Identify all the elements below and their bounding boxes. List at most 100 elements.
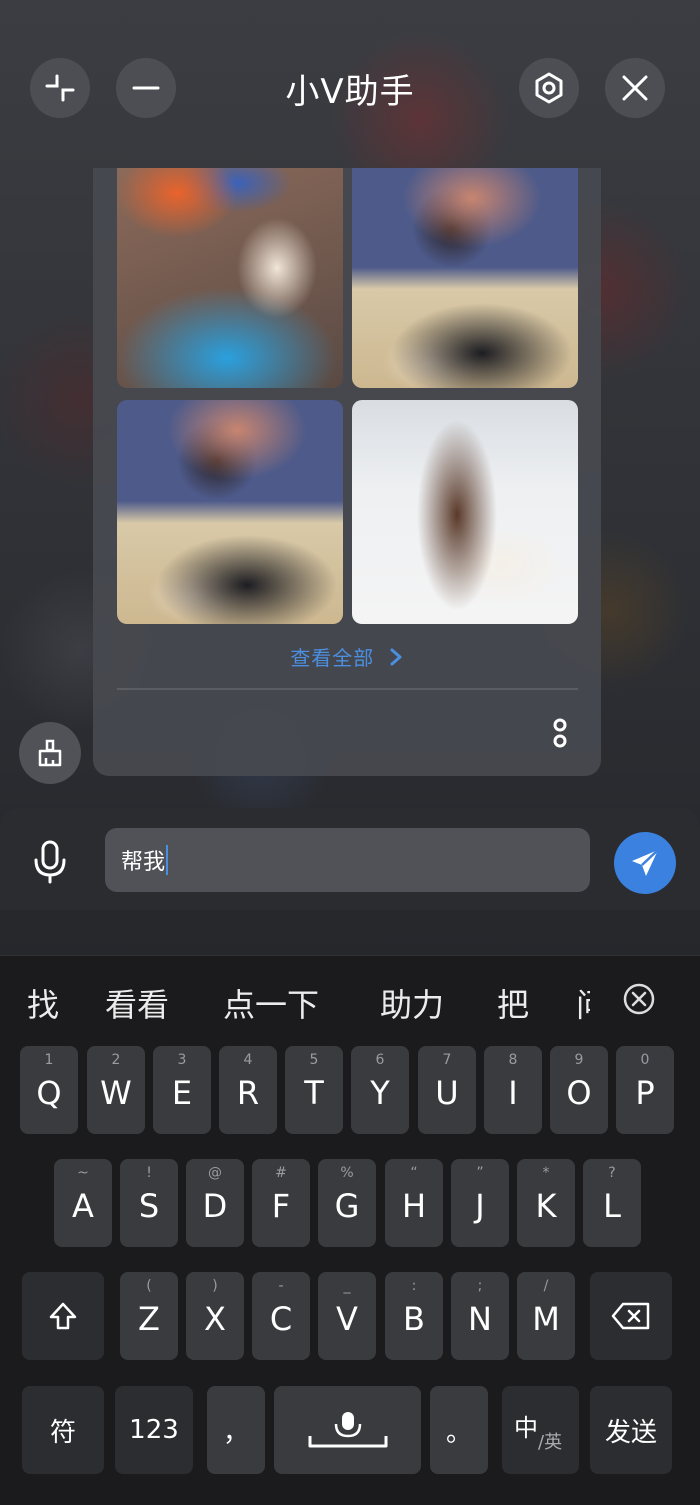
key-label: E	[171, 1074, 193, 1112]
key-sub-label: “	[410, 1165, 418, 1181]
close-circle-icon	[623, 983, 655, 1015]
key-sub-label: 7	[442, 1052, 452, 1068]
key-g[interactable]: % G	[318, 1159, 376, 1247]
key-sub-label: -	[278, 1278, 284, 1294]
key-sub-label: *	[542, 1165, 550, 1181]
key-e[interactable]: 3E	[153, 1046, 211, 1134]
backspace-icon	[611, 1302, 650, 1330]
numbers-key[interactable]: 123	[115, 1386, 193, 1474]
key-sub-label: )	[212, 1278, 218, 1294]
space-mic-icon	[308, 1412, 387, 1448]
key-i[interactable]: 8I	[484, 1046, 542, 1134]
key-sub-label: _	[343, 1278, 351, 1294]
chevron-right-icon	[390, 648, 402, 666]
key-j[interactable]: ” J	[451, 1159, 509, 1247]
image-grid	[117, 168, 578, 624]
key-s[interactable]: ! S	[120, 1159, 178, 1247]
message-input[interactable]: 帮我	[105, 828, 590, 892]
close-icon	[622, 75, 648, 101]
key-sub-label: ”	[476, 1165, 484, 1181]
image-thumbnail[interactable]	[117, 168, 343, 388]
candidate-item[interactable]: 看看	[105, 980, 169, 1026]
view-all-label: 查看全部	[290, 646, 375, 670]
voice-input-button[interactable]	[26, 838, 74, 886]
key-u[interactable]: 7U	[418, 1046, 476, 1134]
key-sub-label: #	[275, 1165, 287, 1181]
image-thumbnail[interactable]	[352, 168, 578, 388]
lang-sub-label: /英	[538, 1432, 563, 1453]
candidate-bar: 找 看看 点一下 助力 把 问	[0, 956, 700, 1042]
more-button[interactable]	[545, 716, 575, 750]
candidate-item[interactable]: 助力	[380, 980, 444, 1026]
key-sub-label: %	[340, 1165, 354, 1181]
key-label: Z	[138, 1300, 160, 1338]
key-label: H	[401, 1187, 427, 1225]
key-label: D	[202, 1187, 228, 1225]
period-key[interactable]: 。	[430, 1386, 488, 1474]
key-label: F	[271, 1187, 291, 1225]
key-label: J	[475, 1187, 485, 1225]
key-label: G	[334, 1187, 360, 1225]
key-w[interactable]: 2W	[87, 1046, 145, 1134]
settings-button[interactable]	[519, 58, 579, 118]
view-all-link[interactable]: 查看全部	[93, 642, 601, 671]
clear-history-button[interactable]	[19, 722, 81, 784]
backspace-key[interactable]	[590, 1272, 672, 1360]
key-z[interactable]: (Z	[120, 1272, 178, 1360]
key-sub-label: 6	[375, 1052, 385, 1068]
candidate-close-button[interactable]	[620, 980, 658, 1018]
comma-key[interactable]: ，	[207, 1386, 265, 1474]
key-sub-label: ~	[77, 1165, 89, 1181]
key-label: L	[603, 1187, 621, 1225]
key-sub-label: @	[208, 1165, 222, 1181]
key-q[interactable]: 1Q	[20, 1046, 78, 1134]
key-sub-label: /	[543, 1278, 549, 1294]
key-o[interactable]: 9O	[550, 1046, 608, 1134]
key-d[interactable]: @ D	[186, 1159, 244, 1247]
key-m[interactable]: / M	[517, 1272, 575, 1360]
candidate-item[interactable]: 找	[27, 980, 59, 1026]
key-y[interactable]: 6Y	[351, 1046, 409, 1134]
key-label: S	[138, 1187, 160, 1225]
key-label: X	[204, 1300, 226, 1338]
key-c[interactable]: -C	[252, 1272, 310, 1360]
image-thumbnail[interactable]	[352, 400, 578, 624]
key-k[interactable]: * K	[517, 1159, 575, 1247]
shift-key[interactable]	[22, 1272, 104, 1360]
key-p[interactable]: 0P	[616, 1046, 674, 1134]
symbols-key[interactable]: 符	[22, 1386, 104, 1474]
image-thumbnail[interactable]	[117, 400, 343, 624]
key-h[interactable]: “H	[385, 1159, 443, 1247]
candidate-item[interactable]: 把	[497, 980, 529, 1026]
message-input-text: 帮我	[121, 850, 166, 875]
language-switch-key[interactable]: 中 /英	[502, 1386, 579, 1474]
key-a[interactable]: ~ A	[54, 1159, 112, 1247]
key-label: W	[100, 1074, 132, 1112]
key-sub-label: ;	[477, 1278, 483, 1294]
send-button[interactable]	[614, 832, 676, 894]
key-label: U	[435, 1074, 459, 1112]
key-sub-label: 1	[44, 1052, 54, 1068]
divider	[117, 688, 578, 690]
keyboard: 找 看看 点一下 助力 把 问 1Q 2W 3E 4R 5T 6Y 7U 8I …	[0, 955, 700, 1505]
key-b[interactable]: :B	[385, 1272, 443, 1360]
more-vertical-icon	[553, 718, 567, 748]
key-r[interactable]: 4R	[219, 1046, 277, 1134]
key-l[interactable]: ? L	[583, 1159, 641, 1247]
space-key[interactable]	[274, 1386, 421, 1474]
candidate-item[interactable]: 问	[576, 980, 590, 1026]
key-label: V	[336, 1300, 358, 1338]
key-n[interactable]: ; N	[451, 1272, 509, 1360]
input-bar: 帮我	[0, 808, 700, 910]
key-x[interactable]: ) X	[186, 1272, 244, 1360]
key-f[interactable]: # F	[252, 1159, 310, 1247]
candidate-item[interactable]: 点一下	[223, 980, 319, 1026]
key-v[interactable]: _ V	[318, 1272, 376, 1360]
key-sub-label: (	[146, 1278, 152, 1294]
close-button[interactable]	[605, 58, 665, 118]
send-key[interactable]: 发送	[590, 1386, 672, 1474]
key-sub-label: 9	[574, 1052, 584, 1068]
key-t[interactable]: 5T	[285, 1046, 343, 1134]
key-label: Y	[370, 1074, 390, 1112]
settings-icon	[535, 72, 563, 104]
